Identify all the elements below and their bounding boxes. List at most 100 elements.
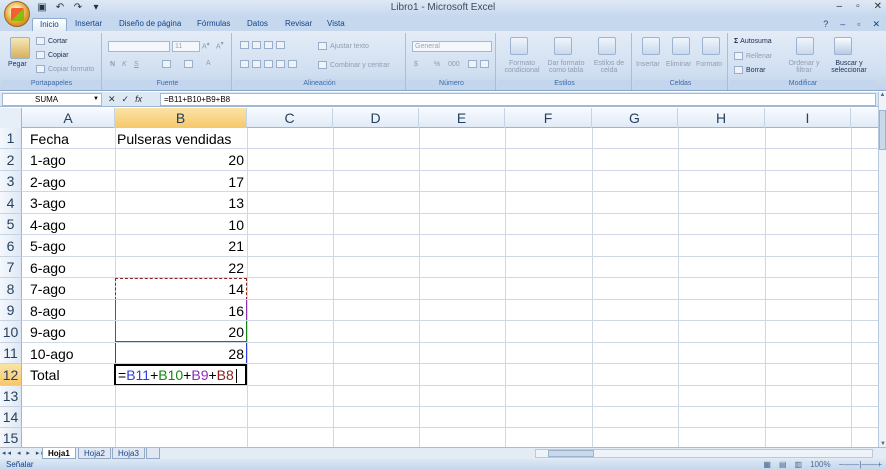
- cell-b1[interactable]: Pulseras vendidas: [117, 129, 231, 150]
- font-color-icon[interactable]: A: [206, 60, 211, 67]
- active-cell-b12[interactable]: =B11+B10+B9+B8: [114, 364, 247, 386]
- office-button[interactable]: [4, 1, 30, 27]
- align-top-icons[interactable]: [240, 41, 288, 49]
- view-normal-icon[interactable]: ▦: [763, 459, 771, 470]
- select-all-corner[interactable]: [0, 108, 22, 128]
- cell-a12[interactable]: Total: [30, 365, 60, 386]
- autosum-button[interactable]: Σ Autosuma: [734, 38, 772, 45]
- row-header-11[interactable]: 11: [0, 343, 22, 364]
- sort-filter-button[interactable]: Ordenar y filtrar: [784, 60, 824, 74]
- tab-inicio[interactable]: Inicio: [32, 18, 67, 31]
- insert-cells-icon[interactable]: [642, 37, 660, 55]
- format-table-icon[interactable]: [554, 37, 572, 55]
- shrink-font-icon[interactable]: A▾: [216, 41, 224, 50]
- percent-button[interactable]: %: [434, 61, 440, 68]
- italic-button[interactable]: K: [122, 61, 127, 68]
- column-header-g[interactable]: G: [592, 108, 678, 128]
- horizontal-scroll-thumb[interactable]: [548, 450, 594, 457]
- close-icon[interactable]: ✕: [874, 1, 882, 12]
- column-header-c[interactable]: C: [247, 108, 333, 128]
- sheet-tab-hoja3[interactable]: Hoja3: [112, 448, 145, 459]
- row-header-8[interactable]: 8: [0, 278, 22, 300]
- cell-a2[interactable]: 1-ago: [30, 150, 66, 171]
- view-layout-icon[interactable]: ▤: [779, 459, 787, 470]
- row-header-14[interactable]: 14: [0, 407, 22, 428]
- tab-insertar[interactable]: Insertar: [68, 18, 109, 31]
- row-header-6[interactable]: 6: [0, 235, 22, 257]
- format-painter-button[interactable]: Copiar formato: [36, 65, 94, 73]
- row-header-15[interactable]: 15: [0, 428, 22, 447]
- number-format-combo[interactable]: General: [412, 41, 492, 52]
- column-header-f[interactable]: F: [505, 108, 592, 128]
- wrap-text-button[interactable]: Ajustar texto: [318, 42, 369, 50]
- tab-revisar[interactable]: Revisar: [278, 18, 319, 31]
- name-box[interactable]: SUMA ▼: [2, 93, 102, 106]
- merge-center-button[interactable]: Combinar y centrar: [318, 61, 390, 69]
- row-header-7[interactable]: 7: [0, 257, 22, 278]
- cell-a4[interactable]: 3-ago: [30, 193, 66, 214]
- clear-button[interactable]: Borrar: [734, 66, 765, 74]
- ribbon-minimize-icon[interactable]: –: [840, 19, 845, 30]
- vertical-scrollbar[interactable]: ▲ ▼: [878, 92, 886, 447]
- conditional-format-button[interactable]: Formato condicional: [500, 60, 544, 74]
- font-size-combo[interactable]: 11: [172, 41, 200, 52]
- cut-button[interactable]: Cortar: [36, 37, 67, 45]
- cancel-icon[interactable]: ✕: [108, 93, 116, 106]
- row-header-4[interactable]: 4: [0, 192, 22, 214]
- delete-button[interactable]: Eliminar: [666, 61, 691, 68]
- sort-filter-icon[interactable]: [796, 37, 814, 55]
- sheet-tab-hoja1[interactable]: Hoja1: [42, 448, 76, 459]
- row-header-2[interactable]: 2: [0, 149, 22, 171]
- conditional-format-icon[interactable]: [510, 37, 528, 55]
- copy-button[interactable]: Copiar: [36, 51, 69, 59]
- column-header-d[interactable]: D: [333, 108, 419, 128]
- font-name-combo[interactable]: [108, 41, 170, 52]
- decimal-icons[interactable]: [468, 60, 492, 68]
- row-header-9[interactable]: 9: [0, 300, 22, 321]
- format-cells-icon[interactable]: [702, 37, 720, 55]
- cell-a7[interactable]: 6-ago: [30, 258, 66, 279]
- fill-button[interactable]: Rellenar: [734, 52, 772, 60]
- cell-styles-button[interactable]: Estilos de celda: [592, 60, 626, 74]
- cell-a11[interactable]: 10-ago: [30, 344, 74, 365]
- delete-cells-icon[interactable]: [672, 37, 690, 55]
- paste-icon[interactable]: [10, 37, 30, 59]
- column-header-b[interactable]: B: [115, 108, 247, 128]
- format-as-table-button[interactable]: Dar formato como tabla: [544, 60, 588, 74]
- cell-b7[interactable]: 22: [115, 258, 247, 279]
- fill-color-icon[interactable]: [184, 60, 196, 68]
- maximize-icon[interactable]: ▫: [856, 1, 860, 12]
- minimize-icon[interactable]: –: [837, 1, 843, 12]
- cell-a6[interactable]: 5-ago: [30, 236, 66, 257]
- cell-b5[interactable]: 10: [115, 215, 247, 236]
- grow-font-icon[interactable]: A▴: [202, 41, 210, 50]
- column-header-e[interactable]: E: [419, 108, 505, 128]
- cell-b3[interactable]: 17: [115, 172, 247, 193]
- cell-a9[interactable]: 8-ago: [30, 301, 66, 322]
- tab-datos[interactable]: Datos: [240, 18, 275, 31]
- underline-button[interactable]: S: [134, 61, 139, 68]
- view-pagebreak-icon[interactable]: ▥: [795, 459, 803, 470]
- insert-button[interactable]: Insertar: [636, 61, 660, 68]
- paste-button[interactable]: Pegar: [8, 61, 27, 68]
- sheet-nav-icons[interactable]: ◂◂ ◂ ▸ ▸▸: [2, 448, 47, 459]
- sheet-tab-hoja2[interactable]: Hoja2: [78, 448, 111, 459]
- cell-b2[interactable]: 20: [115, 150, 247, 171]
- ribbon-restore-icon[interactable]: ▫: [857, 19, 860, 30]
- cell-b6[interactable]: 21: [115, 236, 247, 257]
- row-header-12[interactable]: 12: [0, 364, 22, 386]
- row-header-13[interactable]: 13: [0, 386, 22, 407]
- thousands-button[interactable]: 000: [448, 61, 460, 68]
- zoom-slider[interactable]: −——|——+: [839, 459, 882, 470]
- horizontal-scrollbar[interactable]: [535, 449, 873, 458]
- row-header-5[interactable]: 5: [0, 214, 22, 235]
- name-box-dropdown-icon[interactable]: ▼: [93, 94, 99, 105]
- enter-icon[interactable]: ✓: [122, 93, 130, 106]
- row-header-1[interactable]: 1: [0, 128, 22, 149]
- cell-a10[interactable]: 9-ago: [30, 322, 66, 343]
- insert-sheet-icon[interactable]: [146, 448, 160, 459]
- column-header-a[interactable]: A: [22, 108, 115, 128]
- currency-button[interactable]: $: [414, 61, 418, 68]
- find-icon[interactable]: [834, 37, 852, 55]
- cell-styles-icon[interactable]: [598, 37, 616, 55]
